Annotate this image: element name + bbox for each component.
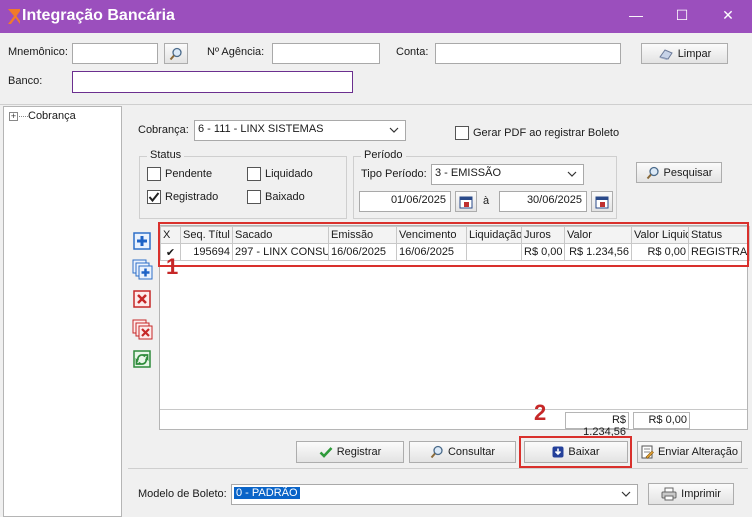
close-button[interactable]: ✕ [705, 0, 751, 33]
tipo-periodo-label: Tipo Período: [361, 168, 427, 180]
agencia-input[interactable] [272, 43, 380, 64]
periodo-title: Período [361, 149, 406, 161]
baixado-checkbox[interactable] [247, 190, 261, 204]
grid-footer-divider [160, 409, 747, 410]
tree-connector [19, 116, 28, 117]
imprimir-label: Imprimir [681, 488, 721, 500]
status-title: Status [147, 149, 185, 161]
pesquisar-label: Pesquisar [663, 166, 713, 179]
enviar-alteracao-label: Enviar Alteração [657, 446, 739, 458]
mnemonico-search-button[interactable] [164, 43, 188, 64]
window-title: Integração Bancária [22, 7, 175, 24]
consultar-label: Consultar [447, 446, 496, 458]
registrado-label: Registrado [165, 191, 219, 203]
pendente-label: Pendente [165, 168, 213, 180]
highlight-box-1 [158, 222, 749, 267]
delete-multiple-icon[interactable] [131, 318, 153, 340]
magnifier-icon [430, 445, 443, 459]
chevron-down-icon [621, 491, 631, 497]
tree-item-cobranca[interactable]: Cobrança [28, 110, 76, 122]
printer-icon [661, 487, 677, 501]
agencia-label: Nº Agência: [207, 46, 265, 58]
enviar-alteracao-button[interactable]: Enviar Alteração [637, 441, 742, 463]
pesquisar-button[interactable]: Pesquisar [636, 162, 722, 183]
checkmark-icon [148, 192, 160, 203]
title-bar: Integração Bancária — ☐ ✕ [0, 0, 752, 33]
limpar-button[interactable]: Limpar [641, 43, 728, 64]
total-valor: R$ 1.234,56 [565, 412, 629, 438]
consultar-button[interactable]: Consultar [409, 441, 516, 463]
conta-label: Conta: [396, 46, 429, 58]
calendar-icon [595, 196, 609, 208]
mnemonico-input[interactable] [72, 43, 158, 64]
tipo-periodo-value: 3 - EMISSÃO [435, 167, 502, 179]
conta-input[interactable] [435, 43, 621, 64]
edit-document-icon [641, 445, 654, 459]
modelo-boleto-label: Modelo de Boleto: [138, 488, 227, 500]
modelo-boleto-value: 0 - PADRÃO [234, 487, 300, 499]
tree-panel: + Cobrança [3, 106, 122, 517]
date-from-picker[interactable] [455, 191, 477, 212]
date-from-input[interactable]: 01/06/2025 [359, 191, 451, 212]
chevron-down-icon [389, 127, 399, 133]
checkmark-icon [319, 447, 333, 458]
date-separator: à [483, 195, 490, 207]
mnemonico-label: Mnemônico: [8, 46, 68, 58]
tipo-periodo-select[interactable]: 3 - EMISSÃO [431, 164, 584, 185]
registrar-label: Registrar [336, 446, 382, 458]
banco-label: Banco: [8, 75, 43, 87]
app-logo-icon [8, 9, 20, 24]
liquidado-checkbox[interactable] [247, 167, 261, 181]
header-divider [0, 104, 752, 105]
calendar-icon [459, 196, 473, 208]
annotation-marker-2: 2 [534, 400, 547, 425]
footer-divider [128, 468, 748, 469]
date-to-picker[interactable] [591, 191, 613, 212]
gerar-pdf-label: Gerar PDF ao registrar Boleto [473, 127, 620, 139]
eraser-icon [658, 48, 673, 60]
liquidado-label: Liquidado [265, 168, 313, 180]
imprimir-button[interactable]: Imprimir [648, 483, 734, 505]
date-to-input[interactable]: 30/06/2025 [499, 191, 587, 212]
magnifier-icon [169, 47, 182, 60]
highlight-box-2 [519, 436, 632, 468]
annotation-marker-1: 1 [166, 254, 179, 279]
total-valor-liquido: R$ 0,00 [633, 412, 690, 429]
add-icon[interactable] [131, 230, 153, 252]
cobranca-select-value: 6 - 111 - LINX SISTEMAS [198, 123, 324, 135]
registrar-button[interactable]: Registrar [296, 441, 404, 463]
refresh-icon[interactable] [131, 348, 153, 370]
tree-expander[interactable]: + [9, 112, 18, 121]
maximize-button[interactable]: ☐ [659, 0, 705, 33]
delete-icon[interactable] [131, 288, 153, 310]
limpar-label: Limpar [677, 47, 712, 60]
magnifier-icon [646, 166, 659, 179]
banco-input[interactable] [72, 71, 353, 93]
minimize-button[interactable]: — [613, 0, 659, 33]
add-multiple-icon[interactable] [131, 258, 153, 280]
gerar-pdf-checkbox[interactable] [455, 126, 469, 140]
registrado-checkbox[interactable] [147, 190, 161, 204]
pendente-checkbox[interactable] [147, 167, 161, 181]
cobranca-label: Cobrança: [138, 124, 189, 136]
modelo-boleto-select[interactable]: 0 - PADRÃO [231, 484, 638, 505]
baixado-label: Baixado [265, 191, 305, 203]
cobranca-select[interactable]: 6 - 111 - LINX SISTEMAS [194, 120, 406, 141]
chevron-down-icon [567, 171, 577, 177]
status-group [139, 156, 347, 219]
